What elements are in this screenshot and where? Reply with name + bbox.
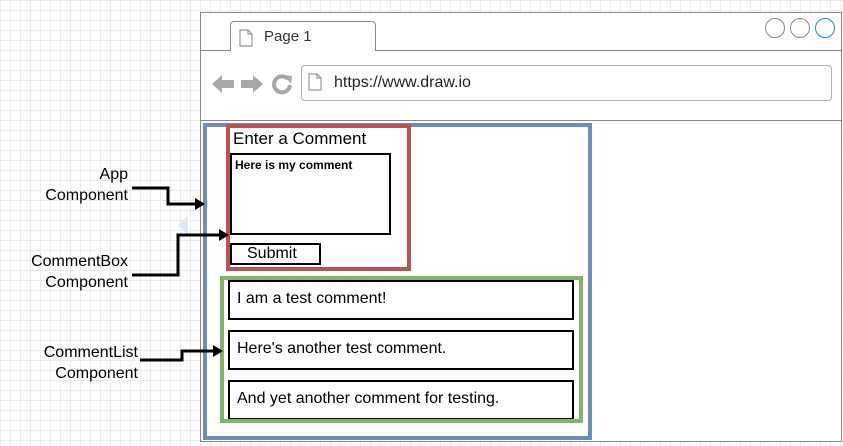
- handle-icon: [178, 215, 188, 235]
- commentbox-arrow: [132, 233, 220, 277]
- arrowhead-icon: [195, 198, 205, 210]
- commentlist-arrow: [140, 349, 214, 362]
- connector-arrows: [132, 186, 229, 362]
- app-arrow: [132, 186, 196, 206]
- arrowhead-icon: [213, 345, 223, 357]
- arrowhead-icon: [219, 229, 229, 241]
